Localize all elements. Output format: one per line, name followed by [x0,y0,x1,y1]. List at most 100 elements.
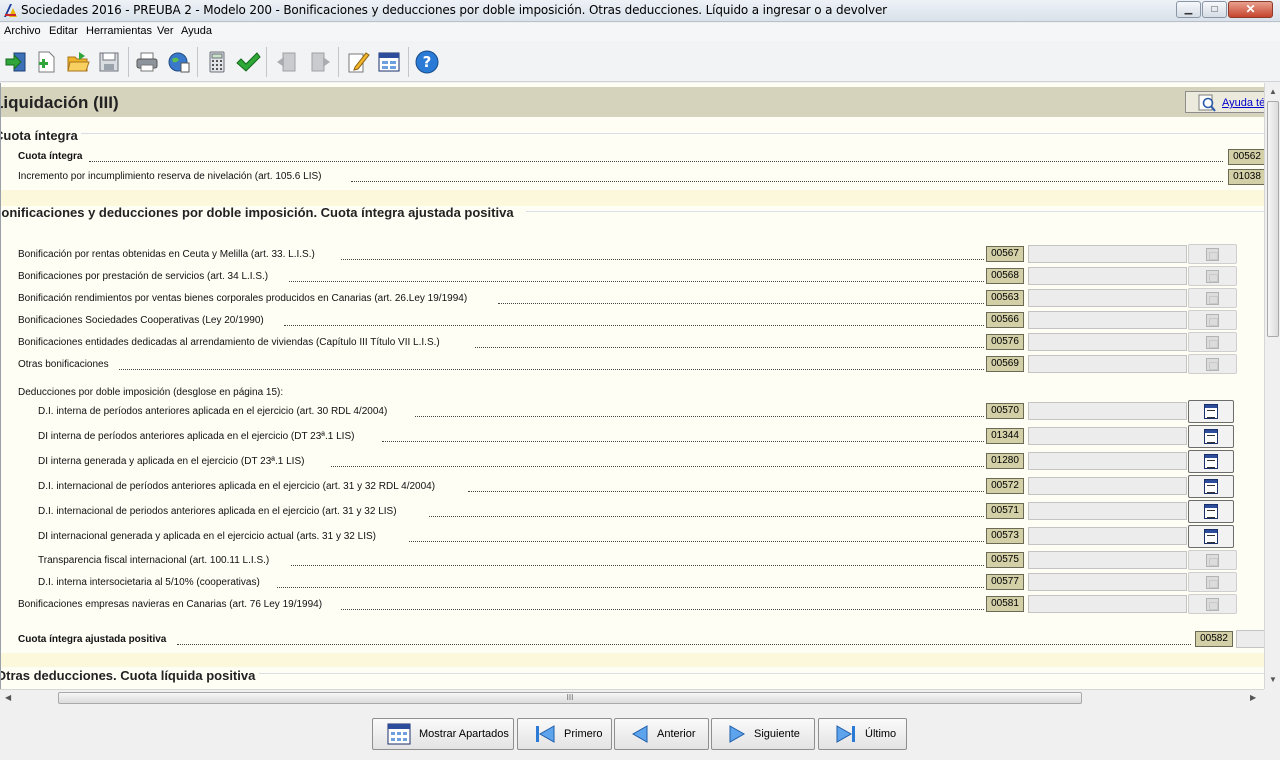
last-label: Último [865,728,897,740]
detail-button[interactable] [1188,425,1234,448]
print-button[interactable] [134,49,160,75]
edit-icon [348,52,370,73]
scroll-down-icon[interactable]: ▼ [1269,675,1277,684]
menu-ayuda[interactable]: Ayuda [181,25,212,37]
row-label: Transparencia fiscal internacional (art.… [38,555,270,566]
sections-icon [387,723,411,745]
value-field-00582 [1236,630,1264,648]
row-label: Incremento por incumplimiento reserva de… [18,171,322,182]
scroll-right-icon[interactable]: ▶ [1250,693,1256,702]
deducciones-heading: Deducciones por doble imposición (desglo… [18,387,284,398]
code-box: 00582 [1195,631,1233,647]
previous-icon [631,725,648,743]
last-button[interactable]: Último [818,718,907,750]
import-icon [5,52,26,72]
next-page-icon [311,52,330,72]
detail-button[interactable] [1188,525,1234,548]
detail-icon [1204,504,1218,519]
detail-icon [1204,429,1218,444]
code-box: 00563 [986,290,1024,306]
detail-icon [1206,291,1219,305]
detail-button[interactable] [1188,450,1234,473]
value-field-00563 [1028,289,1187,307]
horizontal-scroll-thumb[interactable]: III [58,692,1082,704]
minimize-button[interactable]: ▁ [1176,1,1201,18]
maximize-button[interactable]: □ [1202,1,1227,18]
vertical-scrollbar[interactable]: ▲ ▼ [1264,83,1280,689]
row-label: Bonificaciones entidades dedicadas al ar… [18,337,440,348]
detail-icon [1206,269,1219,283]
value-field-01344 [1028,427,1187,445]
row-label: DI internacional generada y aplicada en … [38,531,376,542]
code-box: 00571 [986,503,1024,519]
help-link[interactable]: Ayuda té [1222,97,1264,109]
calculator-button[interactable] [204,49,230,75]
detail-button[interactable] [1188,500,1234,523]
value-field-00581 [1028,595,1187,613]
code-box: 00568 [986,268,1024,284]
value-field-00577 [1028,573,1187,591]
menu-editar[interactable]: Editar [49,25,78,37]
help-icon: ? [415,50,439,74]
scroll-left-icon[interactable]: ◀ [5,693,11,702]
menu-archivo[interactable]: Archivo [4,25,41,37]
internet-button[interactable] [166,49,192,75]
menu-ver[interactable]: Ver [157,25,174,37]
row-label: Cuota íntegra ajustada positiva [18,634,167,645]
first-button[interactable]: Primero [517,718,612,750]
validate-button[interactable] [235,49,261,75]
help-panel[interactable]: Ayuda té [1185,91,1264,113]
row-label: D.I. interna intersocietaria al 5/10% (c… [38,577,260,588]
title-bar: Sociedades 2016 - PREUBA 2 - Modelo 200 … [0,0,1280,22]
code-box: 00572 [986,478,1024,494]
horizontal-scrollbar[interactable]: ◀ III ▶ [0,689,1264,705]
menu-herramientas[interactable]: Herramientas [86,25,152,37]
row-label: Bonificaciones por prestación de servici… [18,271,269,282]
import-button[interactable] [3,49,29,75]
page-title: Liquidación (III) [0,93,119,112]
code-box: 01280 [986,453,1024,469]
svg-text:?: ? [423,53,432,71]
scroll-up-icon[interactable]: ▲ [1269,87,1277,96]
prev-page-button[interactable] [274,49,300,75]
code-box: 00581 [986,596,1024,612]
row-label: DI interna generada y aplicada en el eje… [38,456,305,467]
sections-button[interactable] [376,49,402,75]
row-label: Bonificaciones empresas navieras en Cana… [18,599,323,610]
detail-button[interactable] [1188,400,1234,423]
edit-button[interactable] [345,49,371,75]
row-label: Cuota íntegra [18,151,83,162]
code-box: 00576 [986,334,1024,350]
code-box: 01038 [1228,169,1264,185]
detail-button-disabled [1188,266,1237,286]
previous-label: Anterior [657,728,696,740]
next-button[interactable]: Siguiente [711,718,815,750]
detail-button[interactable] [1188,475,1234,498]
new-button[interactable] [33,49,59,75]
navigation-bar: Mostrar Apartados Primero Anterior Sigui… [0,705,1280,760]
show-sections-button[interactable]: Mostrar Apartados [372,718,514,750]
value-field-00569 [1028,355,1187,373]
save-button[interactable] [96,49,122,75]
previous-button[interactable]: Anterior [614,718,709,750]
detail-icon [1206,597,1219,611]
help-button[interactable]: ? [414,49,440,75]
close-button[interactable]: ✕ [1228,1,1273,18]
first-label: Primero [564,728,603,740]
open-button[interactable] [65,49,91,75]
detail-button-disabled [1188,288,1237,308]
value-field-00573 [1028,527,1187,545]
next-page-button[interactable] [307,49,333,75]
row-label: D.I. internacional de periodos anteriore… [38,506,397,517]
row-label: D.I. internacional de períodos anteriore… [38,481,436,492]
code-box: 01344 [986,428,1024,444]
internet-icon [168,52,190,73]
detail-icon [1206,553,1219,567]
value-field-00567 [1028,245,1187,263]
detail-icon [1204,454,1218,469]
value-field-00568 [1028,267,1187,285]
detail-button-disabled [1188,332,1237,352]
first-icon [536,725,555,743]
detail-button-disabled [1188,572,1237,592]
vertical-scroll-thumb[interactable] [1267,101,1279,337]
